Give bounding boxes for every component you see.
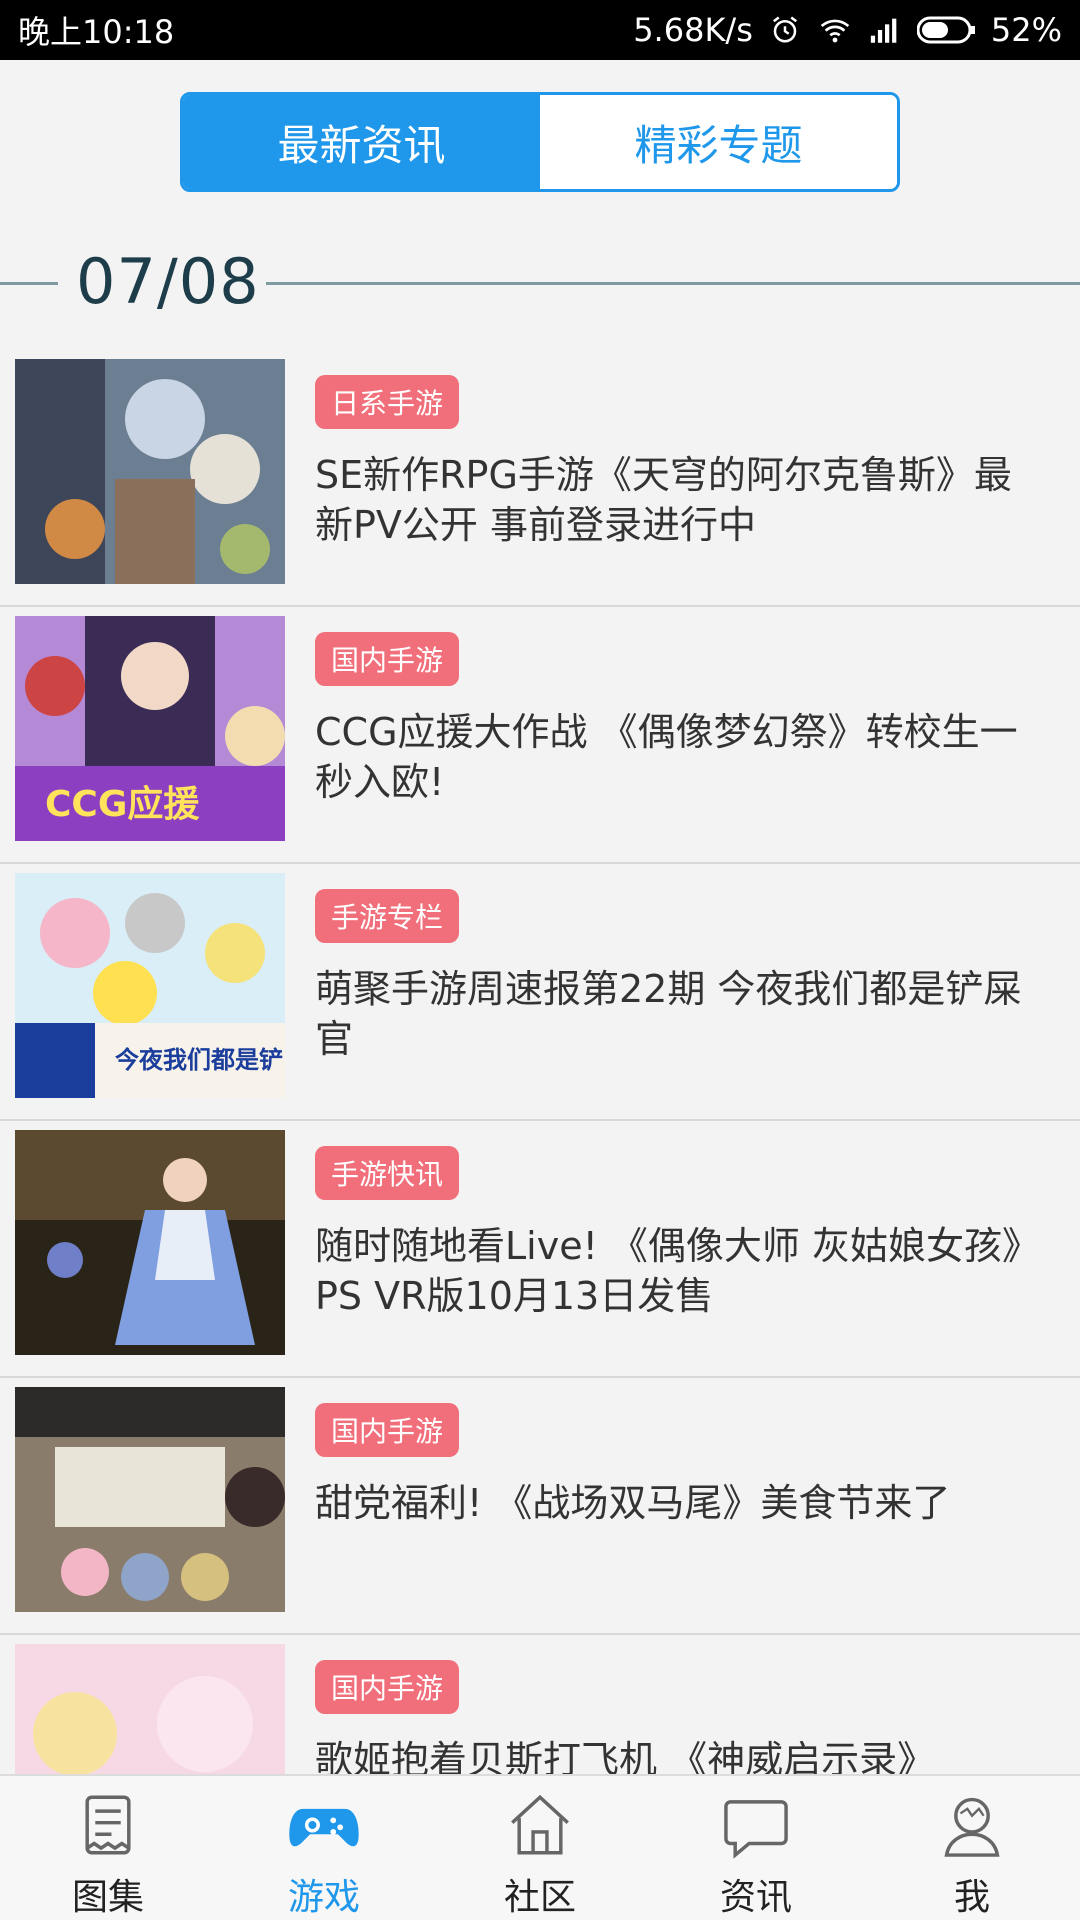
news-item[interactable]: 手游快讯 随时随地看Live! 《偶像大师 灰姑娘女孩》PS VR版10月13日…: [0, 1121, 1080, 1378]
chat-icon: [724, 1800, 788, 1859]
date-divider: 07/08: [0, 240, 1080, 320]
alarm-icon: [767, 12, 803, 48]
category-tag: 手游专栏: [315, 889, 460, 943]
gallery-icon: [85, 1795, 131, 1855]
wifi-icon: [817, 12, 853, 48]
svg-text:今夜我们都是铲: 今夜我们都是铲: [115, 1046, 283, 1074]
battery-icon: [916, 12, 977, 48]
news-thumbnail: CCG应援: [15, 616, 285, 841]
date-label: 07/08: [76, 245, 260, 318]
nav-community[interactable]: 社区: [432, 1776, 648, 1920]
nav-gallery[interactable]: 图集: [0, 1776, 216, 1920]
news-thumbnail: [15, 1644, 285, 1774]
nav-news[interactable]: 资讯: [648, 1776, 864, 1920]
news-thumbnail: [15, 1387, 285, 1612]
news-list: 日系手游 SE新作RPG手游《天穹的阿尔克鲁斯》最新PV公开 事前登录进行中 C…: [0, 350, 1080, 1774]
divider-line-right: [266, 282, 1080, 285]
news-thumbnail: [15, 359, 285, 584]
tab-latest-news[interactable]: 最新资讯: [183, 95, 540, 189]
news-item[interactable]: CCG应援 国内手游 CCG应援大作战 《偶像梦幻祭》转校生一秒入欧!: [0, 607, 1080, 864]
category-tag: 国内手游: [315, 632, 460, 686]
status-time: 晚上10:18: [18, 13, 175, 51]
news-title: 随时随地看Live! 《偶像大师 灰姑娘女孩》PS VR版10月13日发售: [315, 1224, 1021, 1318]
home-icon: [511, 1794, 569, 1855]
network-speed: 5.68K/s: [633, 11, 753, 49]
news-title: 甜党福利! 《战场双马尾》美食节来了: [315, 1481, 951, 1525]
bottom-nav: 图集 游戏 社区 资讯 我: [0, 1774, 1080, 1920]
divider-line-left: [0, 282, 58, 285]
nav-label: 图集: [71, 1877, 144, 1918]
category-tag: 国内手游: [315, 1403, 460, 1457]
status-right: 5.68K/s 52%: [633, 11, 1062, 49]
category-tag: 国内手游: [315, 1660, 460, 1714]
nav-label: 资讯: [719, 1877, 792, 1918]
news-title: CCG应援大作战 《偶像梦幻祭》转校生一秒入欧!: [315, 710, 1018, 804]
tab-featured-topics[interactable]: 精彩专题: [540, 95, 897, 189]
news-item[interactable]: 国内手游 甜党福利! 《战场双马尾》美食节来了: [0, 1378, 1080, 1635]
news-item[interactable]: 今夜我们都是铲 手游专栏 萌聚手游周速报第22期 今夜我们都是铲屎官: [0, 864, 1080, 1121]
nav-games[interactable]: 游戏: [216, 1776, 432, 1920]
news-title: SE新作RPG手游《天穹的阿尔克鲁斯》最新PV公开 事前登录进行中: [315, 453, 1012, 547]
category-tag: 手游快讯: [315, 1146, 460, 1200]
nav-me[interactable]: 我: [864, 1776, 1080, 1920]
category-tag: 日系手游: [315, 375, 460, 429]
status-bar: 晚上10:18 5.68K/s 52%: [0, 0, 1080, 60]
battery-percent: 52%: [990, 11, 1062, 49]
gamepad-icon: [289, 1808, 359, 1847]
profile-icon: [944, 1797, 1000, 1857]
news-title: 萌聚手游周速报第22期 今夜我们都是铲屎官: [315, 967, 1022, 1061]
nav-label: 游戏: [287, 1877, 360, 1918]
news-thumbnail: 今夜我们都是铲: [15, 873, 285, 1098]
svg-text:CCG应援: CCG应援: [45, 784, 200, 825]
news-title: 歌姬抱着贝斯打飞机 《神威启示录》: [315, 1738, 936, 1774]
nav-label: 我: [953, 1877, 990, 1918]
news-item[interactable]: 日系手游 SE新作RPG手游《天穹的阿尔克鲁斯》最新PV公开 事前登录进行中: [0, 350, 1080, 607]
nav-label: 社区: [503, 1877, 576, 1918]
signal-icon: [867, 12, 903, 48]
segmented-tabs: 最新资讯 精彩专题: [180, 92, 900, 192]
news-thumbnail: [15, 1130, 285, 1355]
news-item[interactable]: 国内手游 歌姬抱着贝斯打飞机 《神威启示录》: [0, 1635, 1080, 1774]
